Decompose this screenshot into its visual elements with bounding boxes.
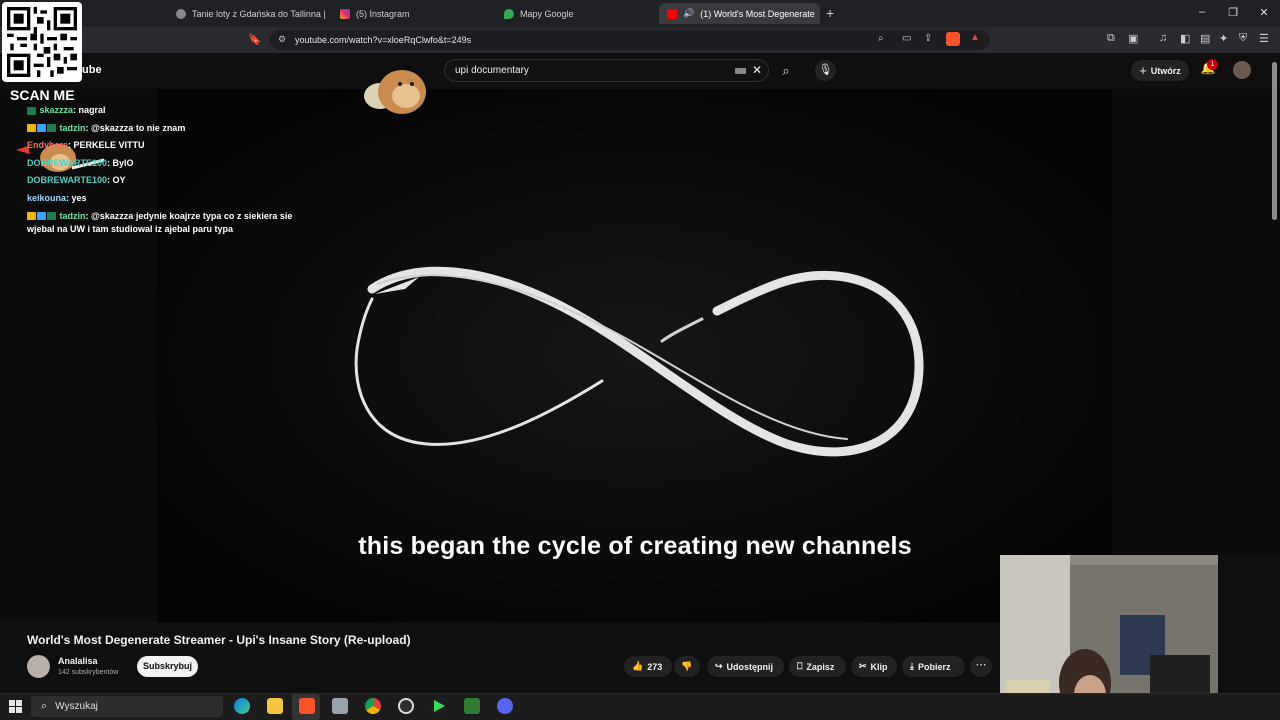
chat-message: keikouna: yes bbox=[27, 192, 87, 203]
discord-icon[interactable] bbox=[497, 698, 513, 714]
url-field[interactable]: ⚙ youtube.com/watch?v=xloeRqClwfo&t=249s… bbox=[270, 30, 990, 50]
share-arrow-icon: ↪ bbox=[715, 661, 723, 671]
share-icon[interactable]: ⇪ bbox=[924, 33, 932, 44]
search-button[interactable]: ⌕ bbox=[770, 59, 802, 82]
badge-icon bbox=[37, 124, 46, 133]
qr-code-graphic bbox=[7, 7, 77, 77]
site-settings-icon[interactable]: ⚙ bbox=[278, 34, 286, 45]
media-player-icon[interactable] bbox=[431, 698, 447, 714]
edge-icon[interactable] bbox=[234, 698, 250, 714]
youtube-icon bbox=[667, 8, 677, 19]
thumbs-up-icon: 👍 bbox=[632, 661, 644, 671]
search-icon: ⌕ bbox=[41, 700, 48, 712]
notification-badge: 1 bbox=[1207, 59, 1218, 70]
more-dots-icon: ⋯ bbox=[975, 659, 987, 671]
mic-icon: 🎙 bbox=[818, 64, 833, 76]
taskbar-search[interactable]: ⌕ Wyszukaj bbox=[31, 696, 223, 717]
subscriber-count: 142 subskrybentów bbox=[58, 669, 119, 676]
scan-me-label: SCAN ME bbox=[10, 87, 75, 103]
crown-badge-icon bbox=[27, 212, 36, 221]
video-subtitle: this began the cycle of creating new cha… bbox=[358, 532, 912, 560]
clip-button[interactable]: ✂ Klip bbox=[851, 656, 897, 677]
chat-message: tadzin: @skazzza to nie znam bbox=[27, 122, 317, 135]
chrome-icon[interactable] bbox=[365, 698, 381, 714]
restore-icon[interactable]: ❐ bbox=[1223, 6, 1243, 19]
video-side-right bbox=[1112, 89, 1280, 555]
bookmark-icon[interactable]: 🔖 bbox=[248, 33, 262, 46]
clear-search-icon[interactable]: ✕ bbox=[752, 63, 762, 77]
windows-start-icon[interactable] bbox=[9, 700, 22, 713]
hamster-emote bbox=[364, 70, 426, 114]
like-button[interactable]: 👍 273 bbox=[624, 656, 672, 677]
share-button[interactable]: ↪ Udostępnij bbox=[707, 656, 784, 677]
obs-icon[interactable] bbox=[398, 698, 414, 714]
sidebar-icon[interactable]: ◧ bbox=[1180, 32, 1190, 45]
download-button[interactable]: ⤓ Pobierz bbox=[902, 656, 965, 677]
wallet-icon[interactable]: ▤ bbox=[1200, 32, 1210, 45]
qr-code bbox=[2, 2, 82, 82]
tab-search-icon[interactable]: ▣ bbox=[1128, 32, 1138, 45]
speaker-icon: 🔊 bbox=[683, 8, 695, 18]
tab-flights[interactable]: Tanie loty z Gdańska do Tallinna | Wi bbox=[168, 3, 328, 24]
zoom-icon[interactable]: ⌕ bbox=[878, 33, 884, 44]
keyboard-icon[interactable] bbox=[735, 68, 746, 74]
minimize-icon[interactable]: – bbox=[1192, 6, 1212, 18]
save-button[interactable]: ⎕ Zapisz bbox=[789, 656, 846, 677]
play-triangle-graphic bbox=[434, 700, 445, 712]
close-window-icon[interactable]: ✕ bbox=[1254, 6, 1274, 19]
chat-message: skazzza: nagral bbox=[27, 104, 317, 117]
app-icon[interactable] bbox=[464, 698, 480, 714]
instagram-icon bbox=[340, 8, 350, 19]
badge-icon bbox=[47, 212, 56, 221]
subscribe-button[interactable]: Subskrybuj bbox=[137, 656, 198, 677]
maps-pin-icon bbox=[504, 8, 514, 19]
file-explorer-icon[interactable] bbox=[267, 698, 283, 714]
create-button[interactable]: + Utwórz bbox=[1131, 60, 1189, 81]
brave-rewards-icon[interactable]: ▲ bbox=[970, 32, 980, 43]
stream-chat: skazzza: nagral tadzin: @skazzza to nie … bbox=[27, 104, 317, 240]
chat-message: Endyhere: PERKELE VITTU bbox=[27, 140, 145, 151]
video-title: World's Most Degenerate Streamer - Upi's… bbox=[27, 633, 411, 647]
media-icon[interactable]: ♫ bbox=[1159, 32, 1167, 44]
browser-tab-bar: Tanie loty z Gdańska do Tallinna | Wi (5… bbox=[0, 0, 1280, 27]
channel-avatar[interactable] bbox=[27, 655, 50, 678]
globe-icon bbox=[176, 8, 186, 19]
vpn-shield-icon[interactable]: ⛨ bbox=[1239, 32, 1247, 45]
new-tab-button[interactable]: + bbox=[826, 5, 834, 21]
chat-message: tadzin: @skazzza jedynie koajrze typa co… bbox=[27, 210, 293, 234]
search-icon: ⌕ bbox=[782, 63, 790, 78]
badge-icon bbox=[37, 212, 46, 221]
brave-icon[interactable] bbox=[299, 698, 315, 714]
windows-logo-graphic bbox=[9, 700, 22, 713]
channel-name[interactable]: Analalisa bbox=[58, 656, 98, 666]
youtube-logo[interactable]: ube bbox=[82, 64, 102, 76]
bookmark-icon: ⎕ bbox=[797, 661, 803, 671]
voice-search-button[interactable]: 🎙 bbox=[815, 60, 836, 81]
more-actions-button[interactable]: ⋯ bbox=[970, 656, 992, 677]
avatar[interactable] bbox=[1233, 61, 1251, 79]
thumbs-down-icon: 👎 bbox=[681, 661, 693, 671]
download-icon: ⤓ bbox=[910, 661, 914, 671]
plus-icon: + bbox=[1139, 63, 1147, 78]
chat-message: DOBREWARTE100: OY bbox=[27, 175, 126, 186]
page-scrollbar[interactable] bbox=[1272, 62, 1277, 220]
badge-icon bbox=[47, 124, 56, 133]
crown-badge-icon bbox=[27, 124, 36, 133]
menu-icon[interactable]: ☰ bbox=[1259, 32, 1269, 45]
address-toolbar: 🔖 ⚙ youtube.com/watch?v=xloeRqClwfo&t=24… bbox=[0, 27, 1280, 53]
tab-google-maps[interactable]: Mapy Google bbox=[496, 3, 656, 24]
dislike-button[interactable]: 👎 bbox=[674, 656, 700, 677]
search-input[interactable]: upi documentary ✕ bbox=[444, 59, 769, 82]
badge-icon bbox=[27, 106, 36, 115]
scissors-icon: ✂ bbox=[859, 661, 867, 671]
tab-youtube-active[interactable]: 🔊 (1) World's Most Degenerate ✕ bbox=[659, 3, 820, 24]
tab-instagram[interactable]: (5) Instagram bbox=[332, 3, 492, 24]
app-icon[interactable] bbox=[332, 698, 348, 714]
extensions-icon[interactable]: ⧉ bbox=[1107, 32, 1115, 45]
brave-shields-icon[interactable] bbox=[946, 32, 960, 46]
leo-ai-icon[interactable]: ✦ bbox=[1219, 32, 1228, 45]
screen-icon[interactable]: ▭ bbox=[902, 33, 911, 44]
chat-message: DOBREWARTE100: BylO bbox=[27, 157, 134, 168]
